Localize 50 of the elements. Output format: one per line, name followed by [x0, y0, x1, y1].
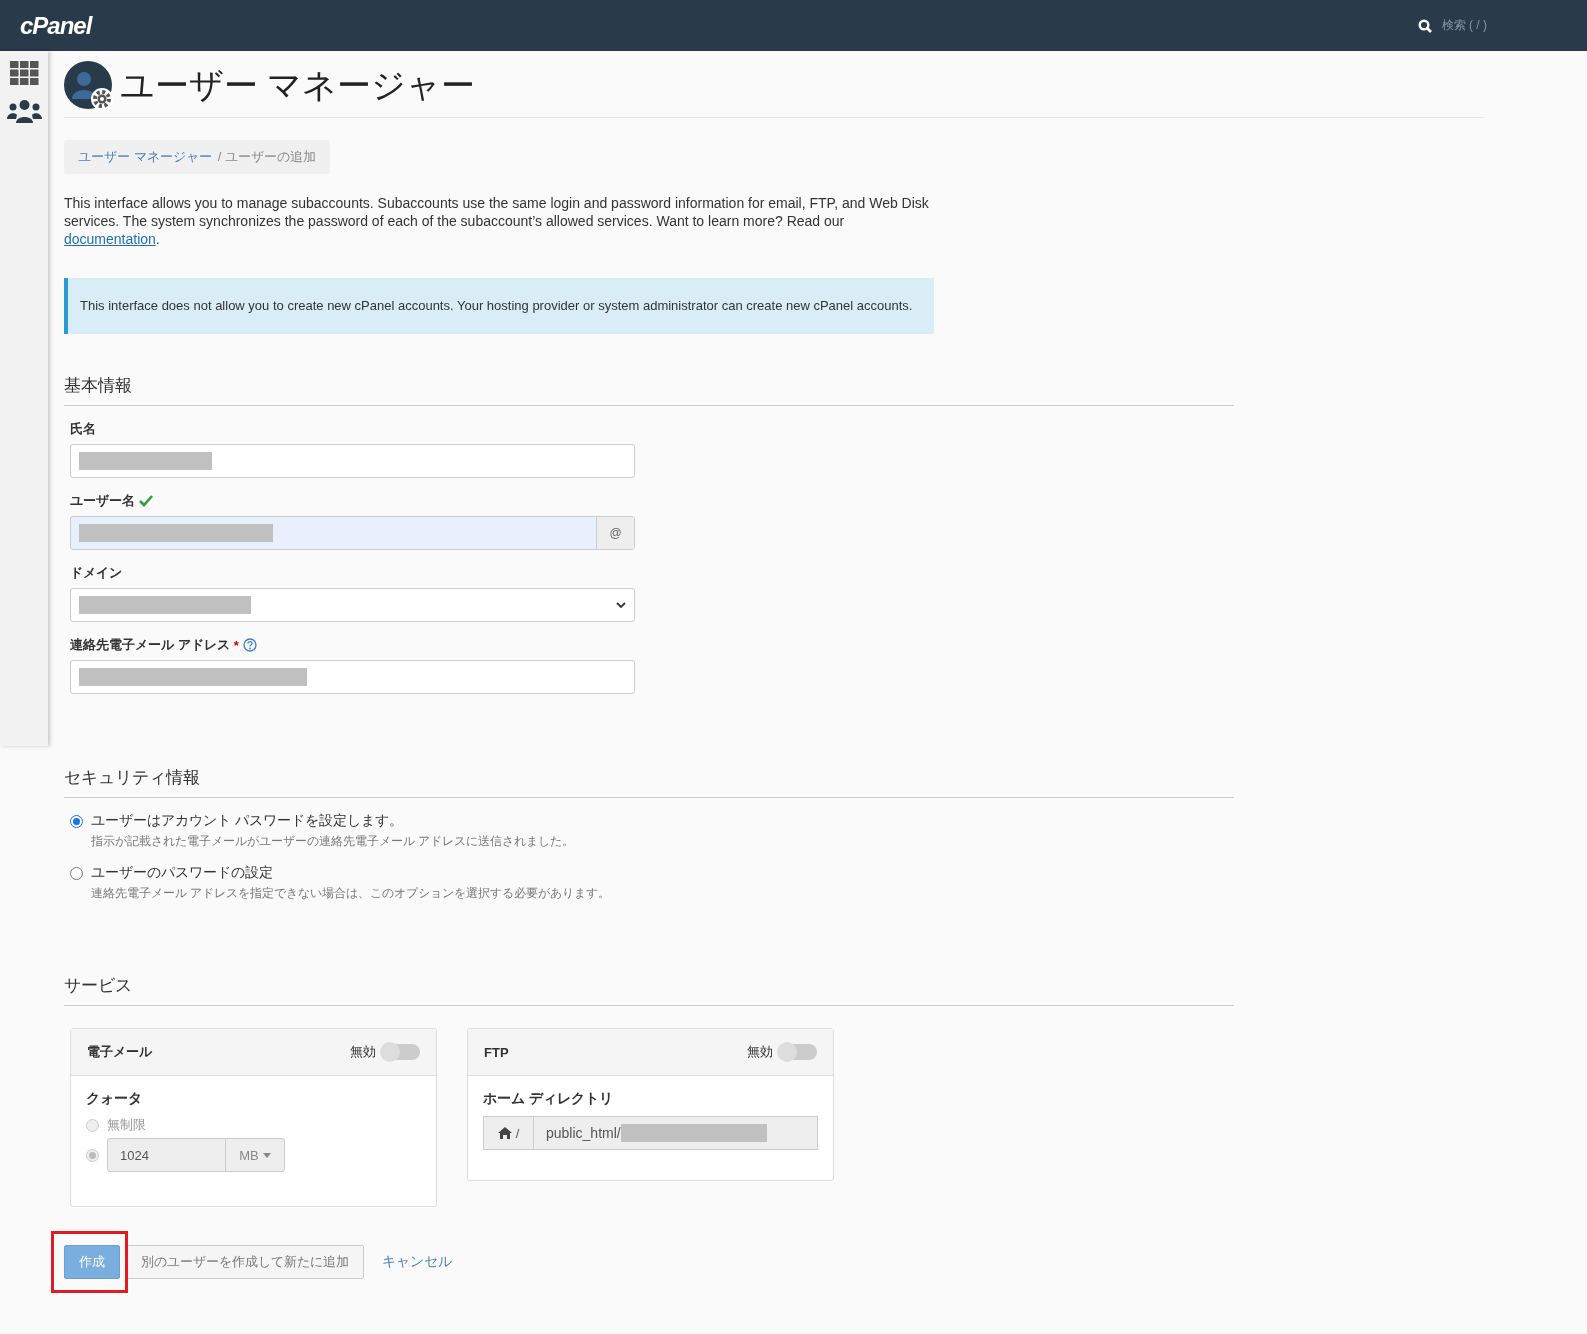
search-field[interactable]: 検索 ( / ): [1441, 17, 1487, 34]
search-icon[interactable]: [1417, 18, 1432, 33]
create-and-add-button[interactable]: 別のユーザーを作成して新たに追加: [126, 1245, 364, 1279]
breadcrumb-link[interactable]: ユーザー マネージャー: [78, 148, 212, 166]
caret-icon: [262, 1152, 271, 1158]
radio-label: ユーザーのパスワードの設定: [91, 864, 273, 882]
radio-label: 無制限: [107, 1116, 146, 1134]
path-prefix: /: [515, 1125, 520, 1141]
input-field[interactable]: [70, 444, 635, 478]
field-label: 氏名: [70, 420, 96, 438]
user-manager-icon: [64, 61, 114, 111]
required-marker: *: [233, 637, 239, 653]
page-title: ユーザー マネージャー: [120, 65, 476, 106]
radio-button[interactable]: [70, 866, 83, 880]
section-heading: セキュリティ情報: [64, 750, 1234, 798]
card-title: FTP: [484, 1044, 509, 1060]
grid-icon[interactable]: [9, 61, 39, 85]
directory-field[interactable]: / public_html/: [483, 1116, 818, 1150]
toggle-label: 無効: [350, 1043, 376, 1061]
field-label: ドメイン: [70, 564, 122, 582]
radio-button[interactable]: [70, 814, 83, 828]
path-value: public_html/: [546, 1125, 621, 1141]
section-heading: サービス: [64, 958, 1234, 1006]
info-alert: This interface does not allow you to create new cPanel accounts. Your hosting provider or system administrator can create new cPanel accounts.: [64, 278, 934, 334]
toggle-switch[interactable]: [779, 1044, 817, 1060]
radio-label: ユーザーはアカウント パスワードを設定します。: [91, 812, 403, 830]
help-text: 連絡先電子メール アドレスを指定できない場合は、このオプションを選択する必要があります。: [90, 885, 612, 902]
field-label: ホーム ディレクトリ: [483, 1090, 614, 1108]
field-label: クォータ: [86, 1090, 143, 1108]
toggle-label: 無効: [747, 1043, 773, 1061]
at-sign: @: [596, 517, 634, 549]
help-text: 指示が記載された電子メールがユーザーの連絡先電子メール アドレスに送信されました。: [90, 833, 576, 850]
toggle-switch[interactable]: [382, 1044, 420, 1060]
input-field[interactable]: [70, 660, 635, 694]
breadcrumb-current: / ユーザーの追加: [217, 148, 316, 166]
domain-dropdown[interactable]: [70, 588, 635, 622]
create-button[interactable]: 作成: [64, 1245, 120, 1279]
intro-paragraph: This interface allows you to manage subaccounts. Subaccounts use the same login and password information for email, FTP, and Web Disk services. The system synchronizes the password of each of the subaccount’s allowed services. Want to learn more? Read our documentation.: [64, 194, 930, 248]
documentation-link[interactable]: documentation: [64, 231, 156, 247]
users-icon[interactable]: [6, 99, 42, 123]
input-field[interactable]: @: [70, 516, 635, 550]
card-title: 電子メール: [87, 1043, 152, 1061]
field-label: ユーザー名: [70, 492, 135, 510]
home-icon: [497, 1127, 512, 1139]
help-icon[interactable]: [242, 638, 257, 652]
chevron-down-icon: [616, 601, 626, 609]
field-label: 連絡先電子メール アドレス: [70, 636, 230, 654]
cancel-link[interactable]: キャンセル: [382, 1253, 452, 1271]
logo[interactable]: cPanel: [20, 11, 92, 40]
section-heading: 基本情報: [64, 358, 1234, 406]
